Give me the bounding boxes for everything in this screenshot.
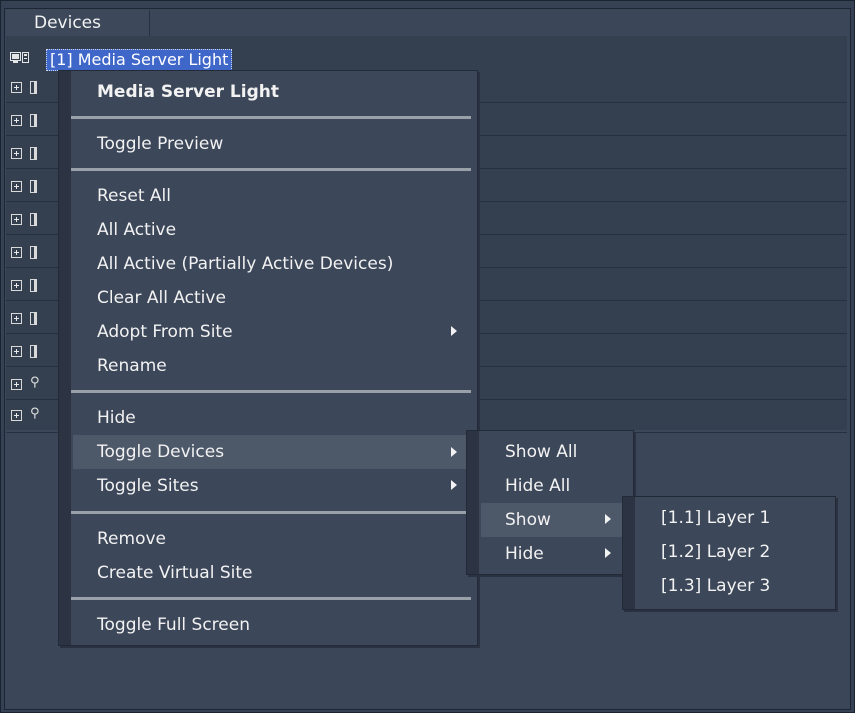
menu-item-all-active[interactable]: All Active xyxy=(73,213,473,247)
menu-item-remove[interactable]: Remove xyxy=(73,522,473,556)
expand-icon[interactable] xyxy=(11,247,22,258)
tab-devices[interactable]: Devices xyxy=(6,10,150,36)
device-icon xyxy=(30,279,37,292)
menu-item-layer[interactable]: [1.1] Layer 1 xyxy=(637,501,833,535)
toggle-devices-submenu: Show All Hide All Show Hide xyxy=(466,430,634,575)
tree-root-label[interactable]: [1] Media Server Light xyxy=(46,49,233,71)
menu-item-all-active-partial[interactable]: All Active (Partially Active Devices) xyxy=(73,247,473,281)
menu-separator xyxy=(71,116,471,119)
expand-icon[interactable] xyxy=(11,181,22,192)
show-layers-submenu: [1.1] Layer 1 [1.2] Layer 2 [1.3] Layer … xyxy=(622,496,836,610)
menu-item-toggle-sites[interactable]: Toggle Sites xyxy=(73,469,473,503)
submenu-arrow-icon xyxy=(605,514,611,524)
context-menu: Media Server Light Toggle Preview Reset … xyxy=(58,70,478,646)
device-icon xyxy=(30,213,37,226)
menu-item-hide-all[interactable]: Hide All xyxy=(481,469,631,503)
menu-separator xyxy=(71,597,471,600)
expand-icon[interactable] xyxy=(11,346,22,357)
menu-gutter xyxy=(59,71,71,645)
menu-item-toggle-devices[interactable]: Toggle Devices xyxy=(73,435,473,469)
menu-item-create-virtual-site[interactable]: Create Virtual Site xyxy=(73,556,473,590)
submenu-arrow-icon xyxy=(605,548,611,558)
expand-icon[interactable] xyxy=(11,313,22,324)
expand-icon[interactable] xyxy=(11,410,22,421)
submenu-arrow-icon xyxy=(451,447,457,457)
menu-item-reset-all[interactable]: Reset All xyxy=(73,179,473,213)
expand-icon[interactable] xyxy=(11,280,22,291)
menu-separator xyxy=(71,168,471,171)
site-icon: ⚲ xyxy=(30,406,40,421)
submenu-arrow-icon xyxy=(451,480,457,490)
device-icon xyxy=(30,114,37,127)
expand-icon[interactable] xyxy=(11,115,22,126)
device-icon xyxy=(30,246,37,259)
device-icon xyxy=(30,312,37,325)
menu-item-layer[interactable]: [1.3] Layer 3 xyxy=(637,569,833,603)
menu-item-hide[interactable]: Hide xyxy=(73,401,473,435)
menu-item-adopt-from-site[interactable]: Adopt From Site xyxy=(73,315,473,349)
menu-separator xyxy=(71,390,471,393)
menu-item-toggle-preview[interactable]: Toggle Preview xyxy=(73,127,473,161)
menu-separator xyxy=(71,511,471,514)
submenu-arrow-icon xyxy=(451,326,457,336)
menu-item-rename[interactable]: Rename xyxy=(73,349,473,383)
device-icon xyxy=(30,345,37,358)
menu-item-show-all[interactable]: Show All xyxy=(481,435,631,469)
menu-item-clear-all-active[interactable]: Clear All Active xyxy=(73,281,473,315)
expand-icon[interactable] xyxy=(11,379,22,390)
device-icon xyxy=(30,81,37,94)
device-icon xyxy=(30,180,37,193)
site-icon: ⚲ xyxy=(30,375,40,390)
menu-gutter xyxy=(623,497,635,609)
menu-gutter xyxy=(467,431,479,574)
menu-item-layer[interactable]: [1.2] Layer 2 xyxy=(637,535,833,569)
expand-icon[interactable] xyxy=(11,214,22,225)
expand-icon[interactable] xyxy=(11,148,22,159)
media-server-icon xyxy=(10,52,29,63)
menu-item-toggle-full-screen[interactable]: Toggle Full Screen xyxy=(73,608,473,642)
tree-root-row[interactable]: [1] Media Server Light xyxy=(6,44,847,71)
expand-icon[interactable] xyxy=(11,82,22,93)
device-icon xyxy=(30,147,37,160)
menu-title: Media Server Light xyxy=(97,82,279,102)
